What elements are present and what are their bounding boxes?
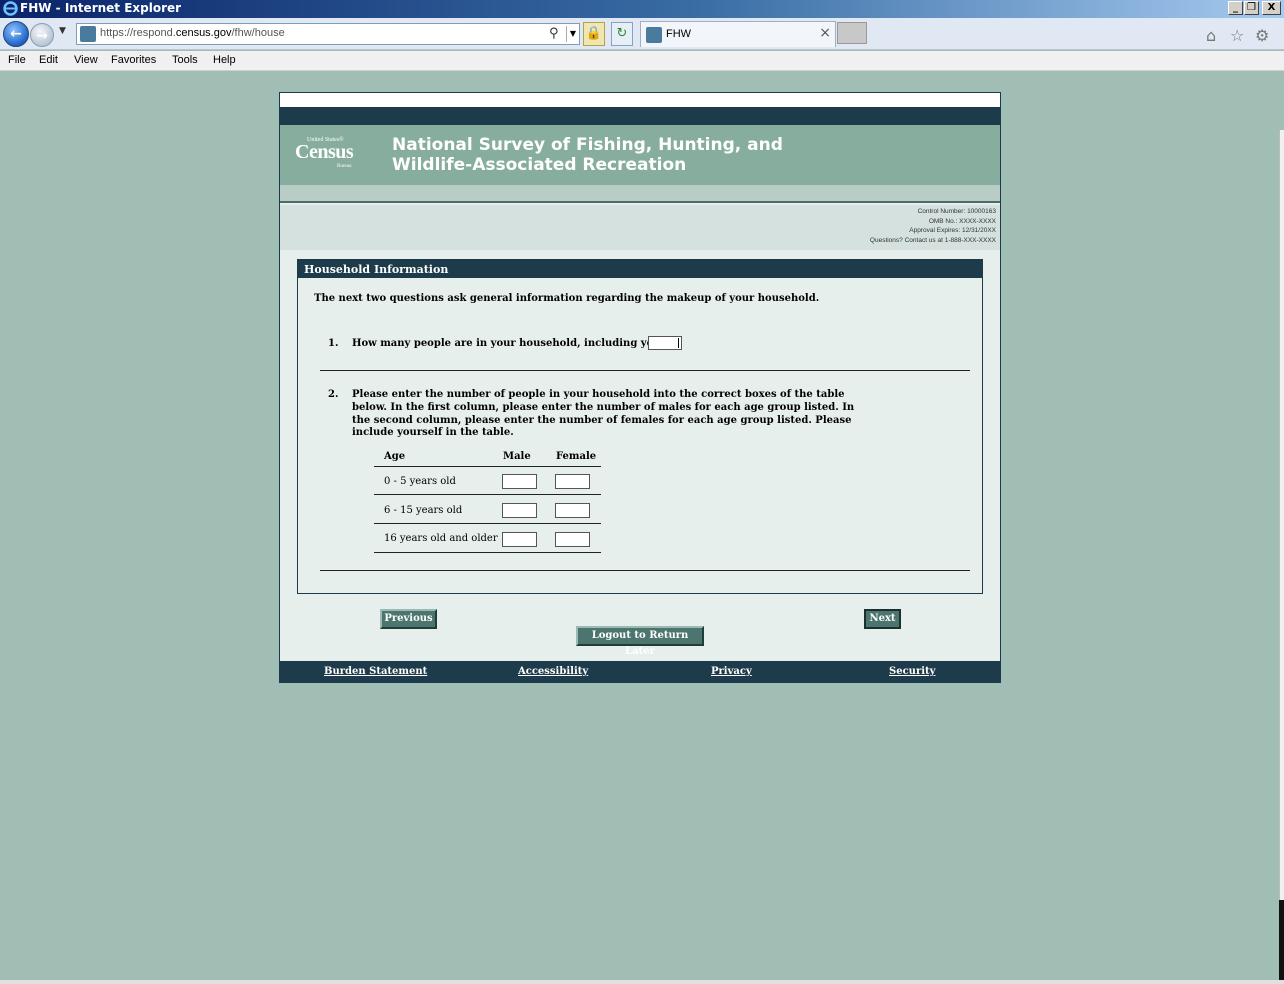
refresh-icon[interactable]: ↻ bbox=[611, 22, 633, 46]
back-arrow-icon: ← bbox=[10, 26, 22, 42]
back-button[interactable]: ← bbox=[3, 21, 29, 47]
menu-tools[interactable]: Tools bbox=[172, 54, 198, 66]
previous-button[interactable]: Previous bbox=[380, 609, 437, 629]
male-16-plus-input[interactable] bbox=[502, 532, 537, 547]
address-bar[interactable]: https://respond.census.gov/fhw/house ⚲ ▼ bbox=[76, 23, 580, 45]
window-title-bar: FHW - Internet Explorer _ ❐ X bbox=[0, 0, 1284, 18]
close-window-button[interactable]: X bbox=[1262, 1, 1281, 15]
new-tab-button[interactable] bbox=[837, 22, 867, 44]
logout-button[interactable]: Logout to Return Later bbox=[576, 626, 704, 657]
survey-title: National Survey of Fishing, Hunting, and… bbox=[392, 135, 783, 175]
female-0-5-input[interactable] bbox=[555, 474, 590, 489]
section-intro: The next two questions ask general infor… bbox=[314, 293, 820, 304]
menu-help[interactable]: Help bbox=[213, 54, 236, 66]
security-lock-icon[interactable]: 🔒 bbox=[583, 22, 605, 46]
male-0-5-input[interactable] bbox=[502, 474, 537, 489]
household-count-input[interactable] bbox=[648, 336, 682, 350]
female-column-header: Female bbox=[556, 451, 597, 462]
table-row-rule bbox=[374, 494, 601, 495]
browser-toolbar: ← → ▼ https://respond.census.gov/fhw/hou… bbox=[0, 18, 1284, 50]
q2-text: Please enter the number of people in you… bbox=[352, 389, 855, 439]
table-bottom-rule bbox=[374, 552, 601, 553]
survey-page: United States® Census Bureau National Su… bbox=[279, 92, 1001, 683]
text-caret bbox=[678, 338, 679, 348]
age-column-header: Age bbox=[384, 451, 406, 462]
divider bbox=[320, 570, 970, 571]
site-favicon-icon bbox=[80, 26, 96, 42]
top-strip bbox=[280, 93, 1000, 107]
menu-bar: File Edit View Favorites Tools Help bbox=[0, 51, 1284, 71]
history-dropdown-icon[interactable]: ▼ bbox=[59, 26, 66, 36]
accessibility-link[interactable]: Accessibility bbox=[518, 666, 588, 677]
male-column-header: Male bbox=[503, 451, 531, 462]
row-label-0-5: 0 - 5 years old bbox=[384, 476, 456, 487]
household-section: Household Information The next two quest… bbox=[297, 259, 983, 594]
menu-favorites[interactable]: Favorites bbox=[111, 54, 156, 66]
tab-label: FHW bbox=[666, 28, 692, 40]
ie-logo-icon bbox=[3, 1, 18, 16]
male-6-15-input[interactable] bbox=[502, 503, 537, 518]
privacy-link[interactable]: Privacy bbox=[711, 666, 752, 677]
approval-expires: Approval Expires: 12/31/20XX bbox=[909, 227, 996, 234]
q1-number: 1. bbox=[328, 338, 339, 349]
menu-edit[interactable]: Edit bbox=[39, 54, 58, 66]
header-band bbox=[280, 185, 1000, 203]
address-dropdown-icon[interactable]: ▼ bbox=[566, 26, 579, 42]
table-row-rule bbox=[374, 523, 601, 524]
female-6-15-input[interactable] bbox=[555, 503, 590, 518]
restore-button[interactable]: ❐ bbox=[1244, 1, 1259, 15]
next-button[interactable]: Next bbox=[864, 609, 901, 629]
menu-view[interactable]: View bbox=[74, 54, 98, 66]
window-title: FHW - Internet Explorer bbox=[20, 1, 182, 15]
tab-close-icon[interactable]: × bbox=[819, 25, 831, 41]
gear-icon[interactable]: ⚙ bbox=[1255, 26, 1269, 45]
security-link[interactable]: Security bbox=[889, 666, 935, 677]
menu-file[interactable]: File bbox=[8, 54, 26, 66]
omb-number: OMB No.: XXXX-XXXX bbox=[928, 218, 996, 225]
search-icon[interactable]: ⚲ bbox=[549, 26, 559, 41]
header-banner: United States® Census Bureau National Su… bbox=[280, 125, 1000, 185]
minimize-button[interactable]: _ bbox=[1228, 1, 1243, 15]
forward-button[interactable]: → bbox=[30, 23, 54, 47]
row-label-6-15: 6 - 15 years old bbox=[384, 505, 463, 516]
female-16-plus-input[interactable] bbox=[555, 532, 590, 547]
scrollbar-thumb[interactable] bbox=[1279, 900, 1284, 980]
row-label-16-plus: 16 years old and older bbox=[384, 533, 498, 544]
q2-number: 2. bbox=[328, 389, 339, 400]
url-text[interactable]: https://respond.census.gov/fhw/house bbox=[100, 27, 285, 39]
table-header-rule bbox=[374, 466, 601, 467]
section-heading: Household Information bbox=[298, 260, 982, 278]
survey-meta: Control Number: 10000163 OMB No.: XXXX-X… bbox=[280, 205, 1000, 250]
top-dark-band bbox=[280, 107, 1000, 125]
contact-line: Questions? Contact us at 1-888-XXX-XXXX bbox=[869, 237, 996, 244]
tab-fhw[interactable]: FHW × bbox=[640, 21, 836, 47]
forward-arrow-icon: → bbox=[36, 28, 48, 44]
home-icon[interactable]: ⌂ bbox=[1206, 26, 1216, 45]
burden-statement-link[interactable]: Burden Statement bbox=[324, 666, 427, 677]
status-bar-edge bbox=[0, 980, 1284, 984]
divider bbox=[320, 370, 970, 371]
vertical-scrollbar[interactable] bbox=[1279, 130, 1284, 900]
favorites-star-icon[interactable]: ☆ bbox=[1230, 26, 1244, 45]
tab-favicon-icon bbox=[646, 27, 662, 43]
q1-text: How many people are in your household, i… bbox=[352, 338, 667, 349]
control-number: Control Number: 10000163 bbox=[917, 208, 996, 215]
page-footer: Burden Statement Accessibility Privacy S… bbox=[280, 661, 1000, 682]
